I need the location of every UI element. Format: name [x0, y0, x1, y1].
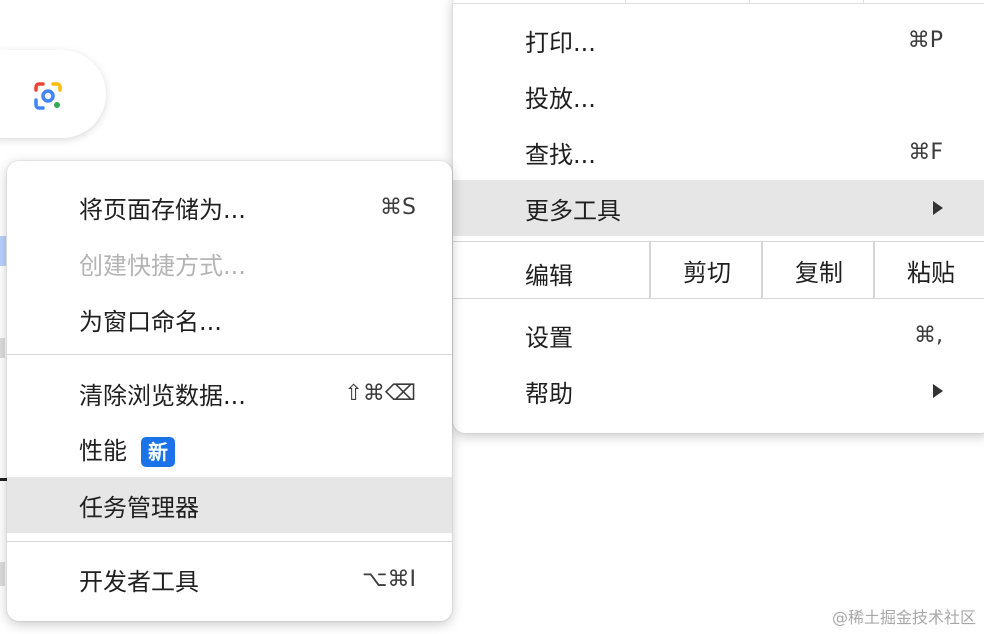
more-tools-submenu: 将页面存储为... ⌘S 创建快捷方式... 为窗口命名... 清除浏览数据..… [7, 161, 452, 621]
cut-button[interactable]: 剪切 [649, 242, 763, 298]
menu-item-create-shortcut: 创建快捷方式... [7, 235, 452, 291]
background-element [0, 338, 5, 358]
menu-item-label: 投放... [525, 84, 596, 113]
chevron-right-icon [933, 201, 943, 215]
shortcut-label: ⌥⌘I [362, 566, 416, 592]
shortcut-label: ⌘, [914, 322, 943, 348]
menu-item-task-manager[interactable]: 任务管理器 [7, 477, 452, 533]
menu-item-print[interactable]: 打印... ⌘P [453, 12, 984, 68]
menu-item-label: 查找... [525, 140, 596, 169]
menu-item-label: 开发者工具 [79, 567, 199, 596]
divider [453, 3, 984, 4]
divider [749, 0, 750, 3]
watermark: @稀土掘金技术社区 [831, 608, 976, 627]
copy-button[interactable]: 复制 [761, 242, 875, 298]
background-element [0, 236, 6, 266]
shortcut-label: ⌘S [380, 194, 416, 220]
menu-item-find[interactable]: 查找... ⌘F [453, 124, 984, 180]
menu-item-label: 为窗口命名... [79, 307, 222, 336]
menu-item-name-window[interactable]: 为窗口命名... [7, 291, 452, 347]
menu-item-label: 更多工具 [525, 196, 621, 225]
menu-item-developer-tools[interactable]: 开发者工具 ⌥⌘I [7, 551, 452, 607]
divider [453, 298, 984, 299]
background-element [0, 562, 5, 586]
menu-item-label: 设置 [525, 323, 573, 352]
shortcut-label: ⌘P [907, 27, 943, 53]
edit-label: 编辑 [525, 262, 573, 290]
menu-item-label: 将页面存储为... [79, 195, 246, 224]
menu-item-label: 任务管理器 [79, 493, 199, 522]
divider [625, 0, 626, 3]
menu-item-clear-browsing-data[interactable]: 清除浏览数据... ⇧⌘⌫ [7, 365, 452, 421]
menu-item-help[interactable]: 帮助 [453, 363, 984, 419]
edit-row: 编辑 剪切 复制 粘贴 [453, 242, 984, 298]
menu-item-label: 打印... [525, 28, 596, 57]
menu-item-more-tools[interactable]: 更多工具 [453, 180, 984, 236]
menu-item-label-wrap: 性能新 [79, 431, 175, 467]
chevron-right-icon [933, 384, 943, 398]
menu-item-cast[interactable]: 投放... [453, 68, 984, 124]
menu-item-label: 清除浏览数据... [79, 381, 246, 410]
google-lens-icon[interactable] [30, 78, 66, 114]
menu-item-label: 性能 [79, 437, 127, 465]
menu-item-label: 帮助 [525, 379, 573, 408]
shortcut-label: ⌘F [908, 139, 943, 165]
new-badge: 新 [141, 437, 175, 467]
menu-item-label: 创建快捷方式... [79, 251, 246, 280]
menu-item-save-page[interactable]: 将页面存储为... ⌘S [7, 179, 452, 235]
menu-item-settings[interactable]: 设置 ⌘, [453, 307, 984, 363]
menu-item-performance[interactable]: 性能新 [7, 421, 452, 477]
divider [7, 541, 452, 542]
divider [863, 0, 864, 3]
divider [7, 354, 452, 355]
paste-button[interactable]: 粘贴 [873, 242, 984, 298]
shortcut-label: ⇧⌘⌫ [344, 380, 416, 406]
chrome-main-menu: 打印... ⌘P 投放... 查找... ⌘F 更多工具 编辑 剪切 复制 粘贴… [453, 0, 984, 433]
